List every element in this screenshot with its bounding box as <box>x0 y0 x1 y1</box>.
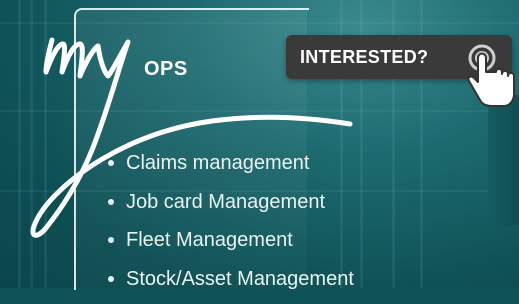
list-item: Claims management <box>108 150 354 189</box>
ops-wordmark: OPS <box>144 58 188 81</box>
tap-pointer-icon <box>462 38 519 108</box>
list-item-label: Claims management <box>126 152 309 174</box>
list-item: Stock/Asset Management <box>108 266 354 304</box>
feature-list: Claims management Job card Management Fl… <box>108 150 354 304</box>
list-item: Job card Management <box>108 189 354 228</box>
list-item: Fleet Management <box>108 227 354 266</box>
list-item-label: Job card Management <box>126 191 325 213</box>
list-item-label: Fleet Management <box>126 229 293 251</box>
list-item-label: Stock/Asset Management <box>126 268 354 290</box>
interested-button-label: INTERESTED? <box>300 47 428 68</box>
